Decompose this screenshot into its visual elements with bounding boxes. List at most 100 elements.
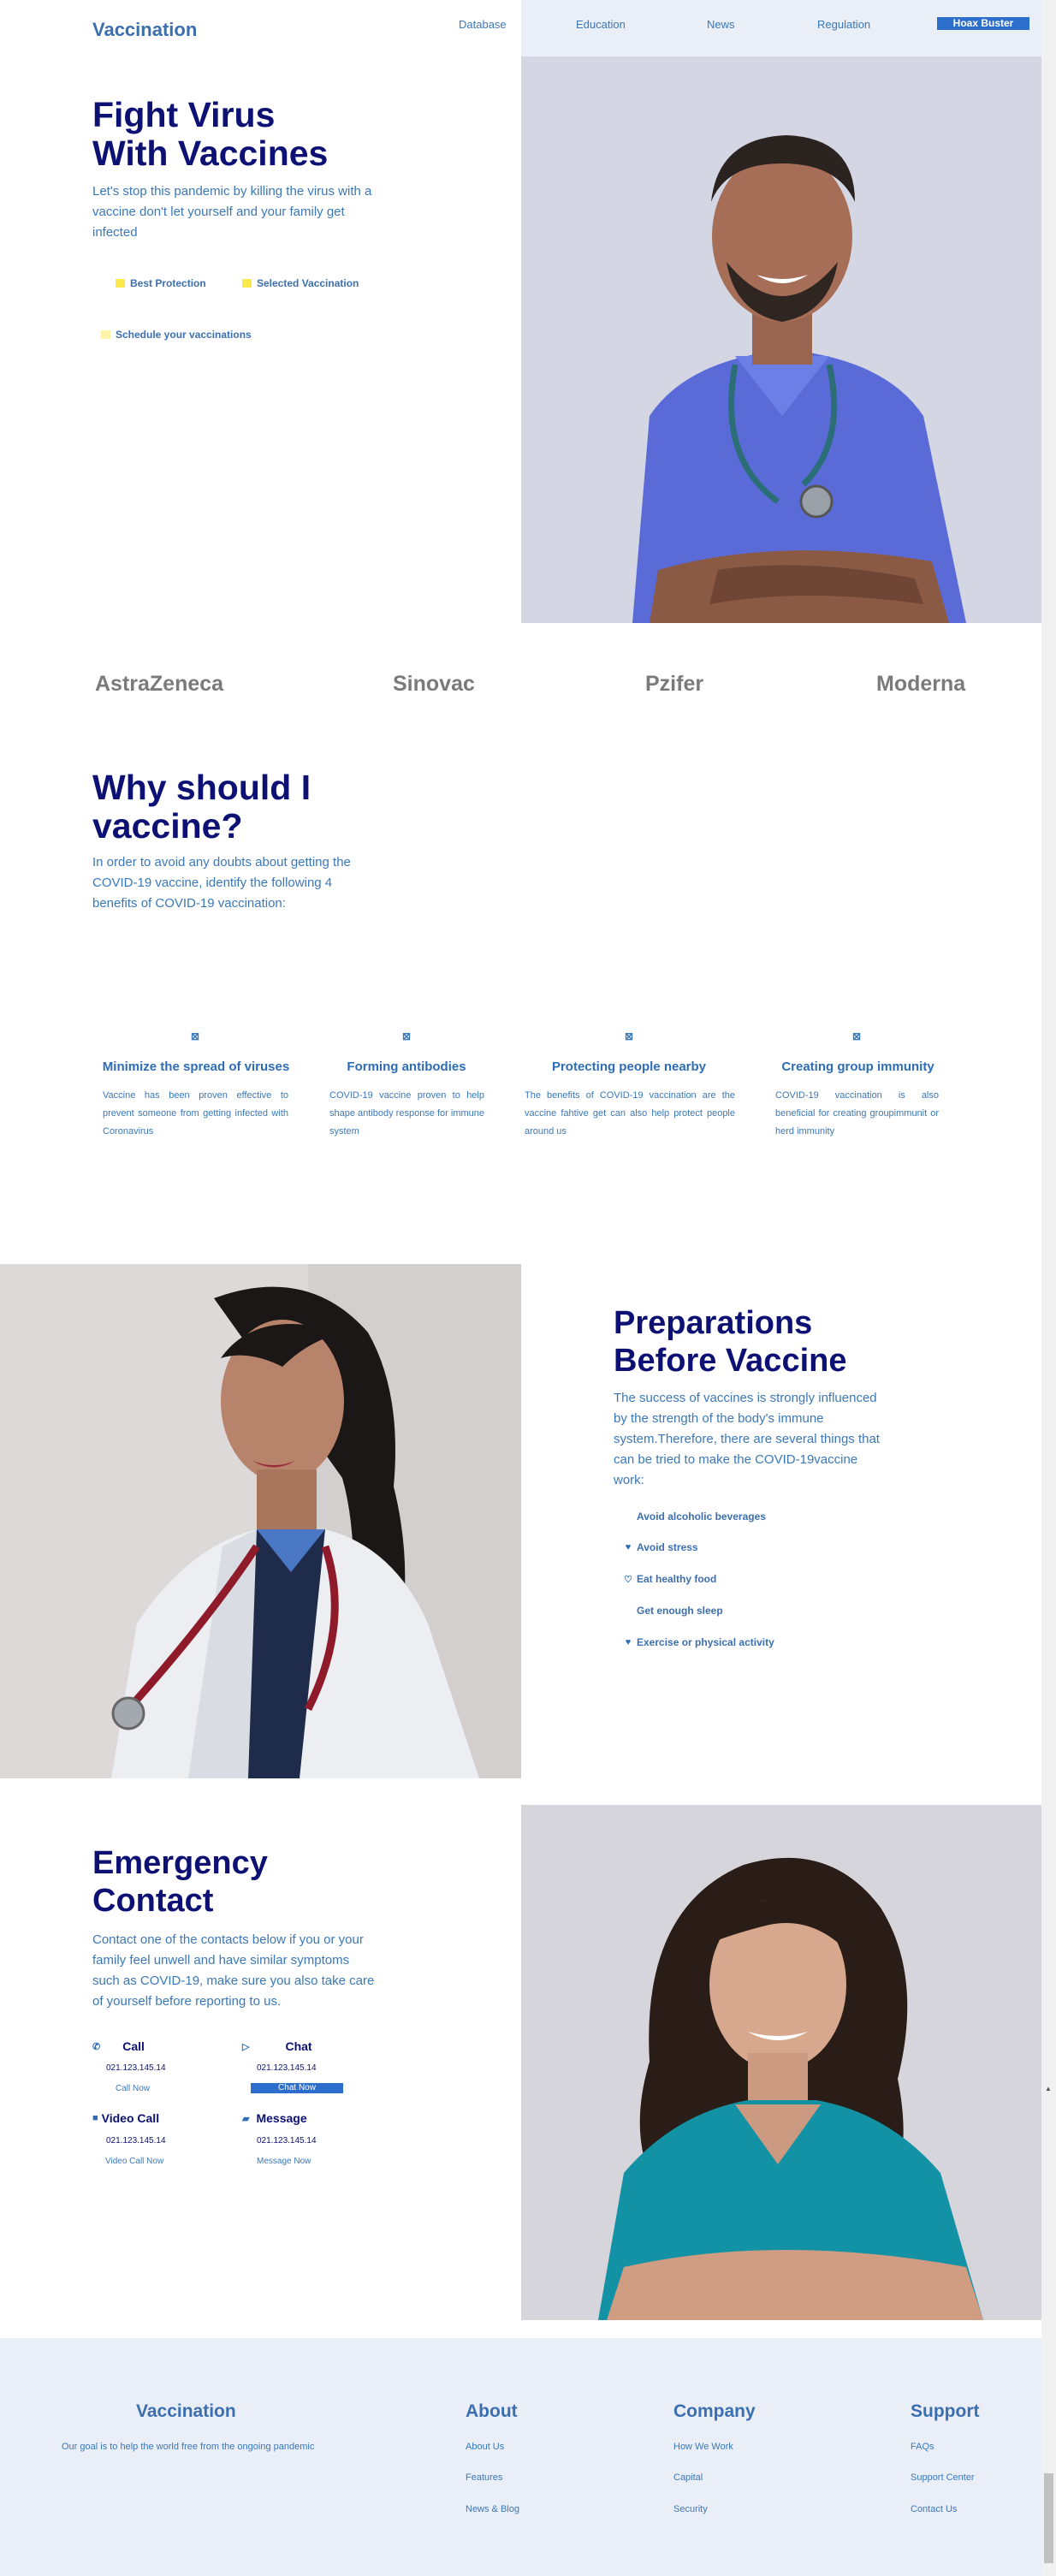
message-icon: ▰ — [242, 2113, 250, 2124]
hero-title-line1: Fight Virus — [92, 95, 276, 134]
video-call-now-link[interactable]: Video Call Now — [105, 2157, 163, 2166]
nav-link-education[interactable]: Education — [576, 18, 626, 31]
contact-call: ✆ Call — [92, 2039, 145, 2053]
prep-item-food: ♡ Eat healthy food — [623, 1573, 716, 1585]
feature-best-protection: Best Protection — [116, 277, 206, 289]
why-description: In order to avoid any doubts about getti… — [92, 855, 351, 911]
heart-icon: ♥ — [625, 1637, 632, 1647]
phone-icon: ✆ — [92, 2041, 101, 2052]
prep-item-label: Eat healthy food — [637, 1573, 717, 1585]
footer-support-title: Support — [911, 2401, 980, 2421]
card-text: COVID-19 vaccination is also beneficial … — [775, 1090, 939, 1137]
brand-sinovac: Sinovac — [393, 672, 475, 696]
prep-item-label: Avoid alcoholic beverages — [637, 1511, 766, 1522]
preparations-title-line1: Preparations — [614, 1305, 813, 1341]
broken-image-icon: ⊠ — [190, 1030, 200, 1042]
feature-label: Best Protection — [130, 277, 206, 289]
nav-link-database[interactable]: Database — [459, 18, 507, 31]
hoax-buster-button[interactable]: Hoax Buster — [937, 17, 1029, 30]
prep-item-label: Get enough sleep — [637, 1605, 723, 1617]
brand-moderna: Moderna — [876, 672, 966, 696]
broken-image-icon: ⊠ — [624, 1030, 634, 1042]
card-text: COVID-19 vaccine proven to help shape an… — [329, 1090, 484, 1137]
contact-number: 021.123.145.14 — [106, 2136, 166, 2146]
card-title: Minimize the spread of viruses — [102, 1059, 290, 1074]
card-title: Protecting people nearby — [551, 1059, 707, 1074]
hero-title-line2: With Vaccines — [92, 134, 329, 173]
call-now-link[interactable]: Call Now — [116, 2084, 150, 2093]
broken-image-icon: ⊠ — [401, 1030, 412, 1042]
broken-image-icon: ⊠ — [851, 1030, 862, 1042]
hero-description: Let's stop this pandemic by killing the … — [92, 184, 372, 240]
contact-number: 021.123.145.14 — [257, 2136, 317, 2146]
nav-link-regulation[interactable]: Regulation — [817, 18, 870, 31]
heart-icon: ♥ — [625, 1542, 632, 1552]
contact-chat: ▷ Chat — [242, 2039, 312, 2053]
star-icon — [116, 279, 125, 288]
card-text: The benefits of COVID-19 vaccination are… — [525, 1090, 735, 1137]
hero-doctor-photo — [521, 56, 1041, 623]
why-title-line2: vaccine? — [92, 806, 243, 846]
video-icon: ■ — [92, 2113, 98, 2123]
contact-label: Call — [122, 2039, 145, 2053]
message-now-link[interactable]: Message Now — [257, 2157, 311, 2166]
emergency-title-line1: Emergency — [92, 1845, 268, 1881]
feature-label: Selected Vaccination — [257, 277, 359, 289]
feature-schedule[interactable]: Schedule your vaccinations — [101, 329, 252, 341]
footer-tagline: Our goal is to help the world free from … — [62, 2442, 315, 2452]
preparations-doctor-photo — [0, 1264, 521, 1778]
footer-company-title: Company — [673, 2401, 756, 2421]
card-text: Vaccine has been proven effective to pre… — [103, 1090, 288, 1137]
contact-number: 021.123.145.14 — [257, 2063, 317, 2073]
nav-link-news[interactable]: News — [707, 18, 735, 31]
contact-video-call: ■ Video Call — [92, 2111, 159, 2125]
preparations-title-line2: Before Vaccine — [614, 1343, 847, 1379]
footer-link-about-us[interactable]: About Us — [466, 2442, 504, 2452]
prep-item-stress: ♥ Avoid stress — [623, 1541, 698, 1553]
footer-about-title: About — [466, 2401, 518, 2421]
heart-icon: ♡ — [624, 1574, 632, 1585]
card-title: Forming antibodies — [347, 1059, 466, 1074]
contact-label: Video Call — [101, 2111, 160, 2125]
emergency-doctor-photo — [521, 1805, 1041, 2320]
prep-item-label: Avoid stress — [637, 1541, 698, 1553]
scrollbar-thumb[interactable] — [1044, 2473, 1053, 2563]
contact-label: Chat — [285, 2039, 312, 2053]
preparations-title: Preparations Before Vaccine — [614, 1304, 922, 1380]
why-title-line1: Why should I — [92, 768, 311, 807]
calendar-icon — [101, 330, 110, 339]
hero-title: Fight Virus With Vaccines — [92, 96, 452, 173]
chat-now-button[interactable]: Chat Now — [251, 2083, 343, 2093]
footer-link-support-center[interactable]: Support Center — [911, 2472, 975, 2483]
contact-label: Message — [256, 2111, 307, 2125]
card-title: Creating group immunity — [781, 1059, 934, 1074]
footer-link-capital[interactable]: Capital — [673, 2472, 703, 2483]
brand-pzifer: Pzifer — [645, 672, 704, 696]
prep-item-alcohol: Avoid alcoholic beverages — [623, 1511, 766, 1522]
emergency-description: Contact one of the contacts below if you… — [92, 1932, 375, 2009]
preparations-description: The success of vaccines is strongly infl… — [614, 1391, 880, 1487]
brand-astrazeneca: AstraZeneca — [95, 672, 224, 696]
prep-item-label: Exercise or physical activity — [637, 1636, 774, 1648]
prep-item-exercise: ♥ Exercise or physical activity — [623, 1636, 774, 1648]
emergency-title-line2: Contact — [92, 1883, 214, 1919]
footer-link-contact-us[interactable]: Contact Us — [911, 2504, 957, 2514]
emergency-title: Emergency Contact — [92, 1844, 383, 1920]
feature-label: Schedule your vaccinations — [116, 329, 252, 341]
site-logo[interactable]: Vaccination — [92, 19, 197, 41]
why-title: Why should I vaccine? — [92, 769, 418, 846]
contact-number: 021.123.145.14 — [106, 2063, 166, 2073]
contact-message: ▰ Message — [242, 2111, 307, 2125]
footer — [0, 2338, 1041, 2576]
feature-selected-vaccination: Selected Vaccination — [242, 277, 359, 289]
footer-link-how-we-work[interactable]: How We Work — [673, 2442, 733, 2452]
footer-link-news-blog[interactable]: News & Blog — [466, 2504, 519, 2514]
prep-item-sleep: Get enough sleep — [623, 1605, 723, 1617]
chat-icon: ▷ — [242, 2041, 250, 2052]
scroll-up-arrow-icon[interactable]: ▲ — [1045, 2085, 1052, 2092]
footer-link-security[interactable]: Security — [673, 2504, 708, 2514]
footer-link-faqs[interactable]: FAQs — [911, 2442, 934, 2452]
scrollbar-track[interactable] — [1041, 0, 1056, 2576]
footer-link-features[interactable]: Features — [466, 2472, 502, 2483]
footer-brand-title: Vaccination — [136, 2401, 236, 2421]
